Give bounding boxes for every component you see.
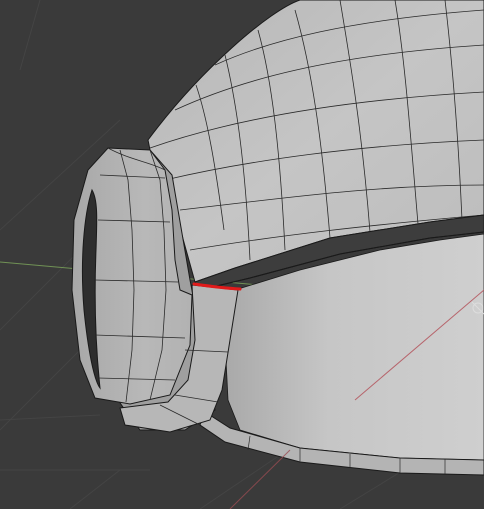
dome-outer-surface[interactable]	[147, 0, 484, 283]
3d-viewport[interactable]	[0, 0, 484, 509]
x-axis-line-lower	[229, 449, 291, 509]
viewport-scene[interactable]	[0, 0, 484, 509]
